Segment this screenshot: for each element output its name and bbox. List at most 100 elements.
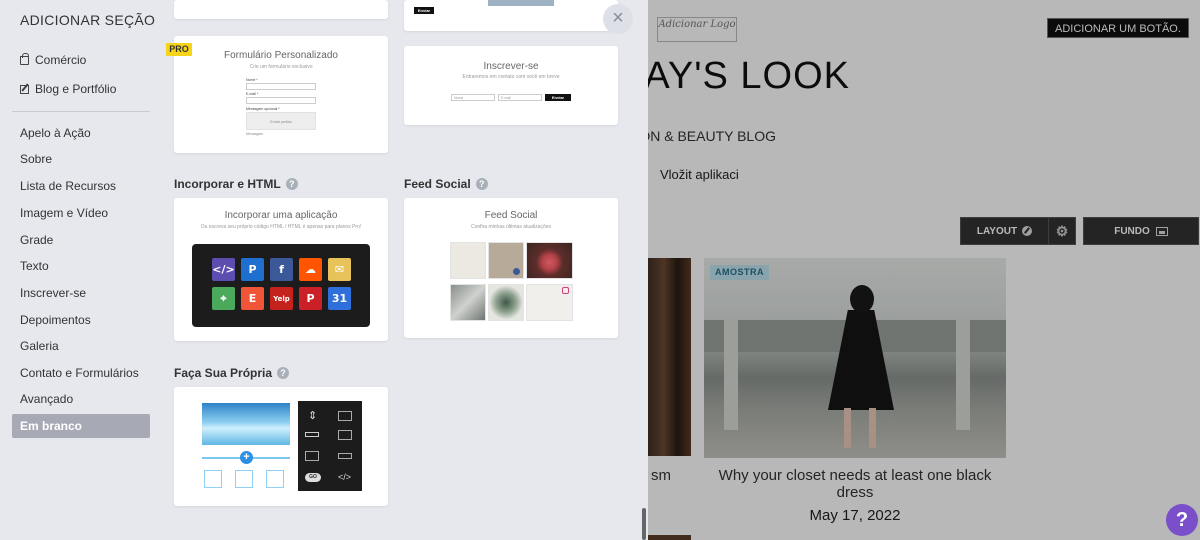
panel-scrollbar[interactable]	[642, 508, 646, 540]
category-sidebar: ADICIONAR SEÇÃO Comércio Blog e Portfóli…	[0, 0, 160, 540]
category-call-to-action[interactable]: Apelo à Ação	[20, 126, 91, 140]
app-icon-grid: </> P f ☁ ✉ ⌖ E Yelp P 31	[192, 244, 370, 327]
add-icon: +	[240, 451, 253, 464]
cart-icon	[204, 470, 222, 488]
mini-input: Nome	[451, 94, 495, 101]
category-grid[interactable]: Grade	[20, 233, 53, 247]
layout-button[interactable]: LAYOUT ⚙	[960, 217, 1076, 245]
mini-label: Mensagem opcional *	[246, 107, 280, 111]
layout-label: LAYOUT	[976, 225, 1018, 237]
section-title-own: Faça Sua Própria?	[174, 366, 290, 380]
image-person-head	[850, 285, 874, 313]
card-subtitle: Confira minhas últimas atualizações	[470, 224, 552, 230]
help-icon[interactable]: ?	[277, 367, 290, 379]
mini-input	[246, 97, 316, 104]
mini-footer: Mensagem	[246, 132, 264, 136]
section-title-social: Feed Social?	[404, 177, 488, 191]
category-label: Blog e Portfólio	[35, 82, 117, 96]
template-embed[interactable]: Incorporar uma aplicação Ou escreva seu …	[174, 198, 388, 341]
panel-heading: ADICIONAR SEÇÃO	[20, 12, 156, 28]
template-card-partial[interactable]: Enviar	[404, 0, 618, 31]
feed-thumb	[526, 242, 573, 279]
feed-thumb	[488, 284, 524, 321]
pinterest-icon: P	[299, 287, 322, 310]
gear-icon[interactable]: ⚙	[1049, 223, 1075, 240]
category-blog[interactable]: Blog e Portfólio	[20, 82, 116, 96]
image-pillar	[956, 320, 970, 430]
mini-input: E-mail	[498, 94, 542, 101]
feed-thumb	[526, 284, 573, 321]
category-features[interactable]: Lista de Recursos	[20, 179, 116, 193]
paypal-icon: P	[241, 258, 264, 281]
pro-badge: PRO	[166, 43, 192, 56]
post-title-left-fragment[interactable]: sm	[651, 467, 671, 484]
facebook-icon	[513, 268, 520, 275]
mini-submit: Enviar	[545, 94, 571, 101]
feed-thumb	[488, 242, 524, 279]
site-nav-item[interactable]: Vložit aplikaci	[660, 167, 739, 182]
category-image-video[interactable]: Imagem e Vídeo	[20, 206, 108, 220]
video-icon	[338, 411, 352, 421]
section-title-embed: Incorporar e HTML?	[174, 177, 298, 191]
category-contact-forms[interactable]: Contato e Formulários	[20, 366, 139, 380]
facebook-icon: f	[270, 258, 293, 281]
help-icon[interactable]: ?	[475, 178, 488, 190]
section-title-text: Feed Social	[404, 177, 471, 191]
own-tools-panel: ⇕ GO </>	[298, 401, 362, 491]
category-text[interactable]: Texto	[20, 259, 49, 273]
feed-thumb	[450, 284, 486, 321]
category-label: Comércio	[35, 53, 87, 67]
pencil-icon	[1022, 226, 1033, 236]
category-blank-selected[interactable]: Em branco	[12, 414, 150, 438]
mini-label: E-mail *	[246, 92, 259, 96]
shop-icon	[20, 53, 29, 65]
image-pillar	[724, 320, 738, 430]
code-icon: </>	[338, 472, 352, 482]
card-title: Inscrever-se	[483, 61, 539, 72]
background-label: FUNDO	[1114, 225, 1150, 237]
help-button[interactable]: ?	[1166, 504, 1198, 536]
cart-icon	[266, 470, 284, 488]
own-image	[202, 403, 290, 445]
card-subtitle: Entraremos em contato com você em breve	[462, 74, 560, 80]
help-icon[interactable]: ?	[285, 178, 298, 190]
add-button[interactable]: ADICIONAR UM BOTÃO.	[1047, 18, 1189, 38]
category-about[interactable]: Sobre	[20, 152, 52, 166]
category-subscribe[interactable]: Inscrever-se	[20, 286, 86, 300]
post-image-left-bottom	[646, 535, 691, 540]
feed-thumb	[450, 242, 486, 279]
edit-icon	[20, 85, 29, 94]
move-icon: ⇕	[308, 410, 318, 422]
category-testimonials[interactable]: Depoimentos	[20, 313, 91, 327]
logo-placeholder[interactable]: Adicionar Logo	[657, 17, 737, 42]
image-person-leg	[844, 408, 851, 448]
post-image[interactable]	[704, 258, 1006, 458]
eventbrite-icon: E	[241, 287, 264, 310]
post-image-left[interactable]	[646, 258, 691, 456]
soundcloud-icon: ☁	[299, 258, 322, 281]
card-title: Formulário Personalizado	[224, 50, 338, 61]
grid-icon	[305, 451, 319, 461]
mini-submit: Enviar pedido	[246, 112, 316, 130]
category-gallery[interactable]: Galeria	[20, 339, 59, 353]
template-social-feed[interactable]: Feed Social Confira minhas últimas atual…	[404, 198, 618, 338]
card-subtitle: Crie um formulário exclusivo	[249, 64, 313, 70]
template-subscribe[interactable]: Inscrever-se Entraremos em contato com v…	[404, 46, 618, 125]
post-title[interactable]: Why your closet needs at least one black…	[704, 467, 1006, 501]
image-person-leg	[869, 408, 876, 448]
category-commerce[interactable]: Comércio	[20, 53, 86, 67]
text-icon	[338, 453, 352, 459]
background-button[interactable]: FUNDO	[1083, 217, 1199, 245]
section-title-text: Incorporar e HTML	[174, 177, 281, 191]
template-card-partial[interactable]	[174, 0, 388, 19]
section-title-text: Faça Sua Própria	[174, 366, 273, 380]
sidebar-divider	[12, 111, 150, 112]
mini-input	[246, 83, 316, 90]
template-custom-form[interactable]: Formulário Personalizado Crie um formulá…	[174, 36, 388, 153]
sample-badge: AMOSTRA	[710, 265, 769, 280]
category-advanced[interactable]: Avançado	[20, 392, 73, 406]
close-icon[interactable]: ×	[603, 4, 633, 34]
card-subtitle: Ou escreva seu próprio código HTML / HTM…	[200, 224, 362, 230]
cart-icon	[235, 470, 253, 488]
template-blank-own[interactable]: + ⇕ GO </>	[174, 387, 388, 506]
